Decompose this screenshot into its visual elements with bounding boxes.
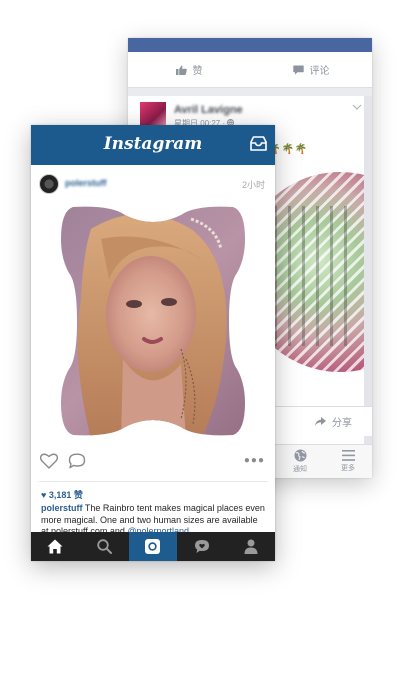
tab-camera[interactable] [128, 532, 178, 561]
comment-label: 评论 [309, 66, 330, 77]
likes-heart-icon: ♥ [41, 490, 49, 500]
comment-button[interactable]: 评论 [250, 52, 372, 87]
post-header: polerstuff 2小时 [31, 165, 275, 199]
profile-icon [244, 539, 258, 554]
facebook-topbar [128, 38, 372, 52]
tab-more-label: 更多 [341, 465, 355, 472]
likes-label: 3,181 赞 [48, 490, 83, 500]
inbox-icon[interactable] [250, 136, 267, 151]
post-actions: ●●● [31, 443, 275, 481]
user-avatar[interactable] [39, 174, 59, 194]
comment-bubble-icon[interactable] [68, 453, 86, 469]
like-button[interactable]: 赞 [128, 52, 250, 87]
camera-icon [145, 539, 161, 554]
search-icon [96, 539, 112, 554]
instagram-tab-bar [31, 532, 275, 561]
tab-more[interactable]: 更多 [324, 445, 372, 478]
thumbs-up-icon [175, 65, 187, 75]
more-options-icon[interactable]: ●●● [244, 455, 265, 466]
tab-notifications-label: 通知 [293, 466, 307, 473]
comment-icon [292, 65, 304, 75]
share-arrow-icon [315, 417, 326, 426]
tab-notifications[interactable]: 通知 [276, 445, 324, 478]
feed-gap [128, 88, 372, 96]
instagram-header: Instagram [31, 125, 275, 165]
heart-icon[interactable] [40, 453, 58, 469]
tab-home[interactable] [31, 532, 80, 561]
post-time: 2小时 [241, 180, 265, 190]
post-username[interactable]: polerstuff [65, 178, 107, 188]
activity-icon [194, 540, 209, 553]
home-icon [47, 539, 63, 554]
globe-icon [294, 449, 306, 462]
author-name[interactable]: Avril Lavigne [174, 104, 243, 116]
tab-activity[interactable] [177, 532, 226, 561]
instagram-logo: Instagram [103, 134, 203, 154]
caption-username[interactable]: polerstuff [41, 503, 83, 513]
share-label: 分享 [332, 418, 352, 429]
likes-count[interactable]: ♥ 3,181 赞 [31, 482, 275, 501]
tab-profile[interactable] [226, 532, 275, 561]
facebook-side-strip [364, 96, 372, 444]
screenshot-stage: 赞 评论 Avril Lavigne 星期日 00:27 · 🌴🌴🌴 分享 通知… [0, 0, 420, 700]
like-label: 赞 [192, 66, 203, 77]
chevron-down-icon[interactable] [352, 104, 362, 111]
facebook-action-bar: 赞 评论 [128, 52, 372, 88]
tab-search[interactable] [80, 532, 129, 561]
framed-portrait-image [61, 206, 245, 436]
menu-icon [341, 450, 355, 461]
instagram-phone: Instagram polerstuff 2小时 ●●● ♥ 3,181 赞 p… [31, 125, 275, 561]
post-photo[interactable] [31, 199, 275, 443]
